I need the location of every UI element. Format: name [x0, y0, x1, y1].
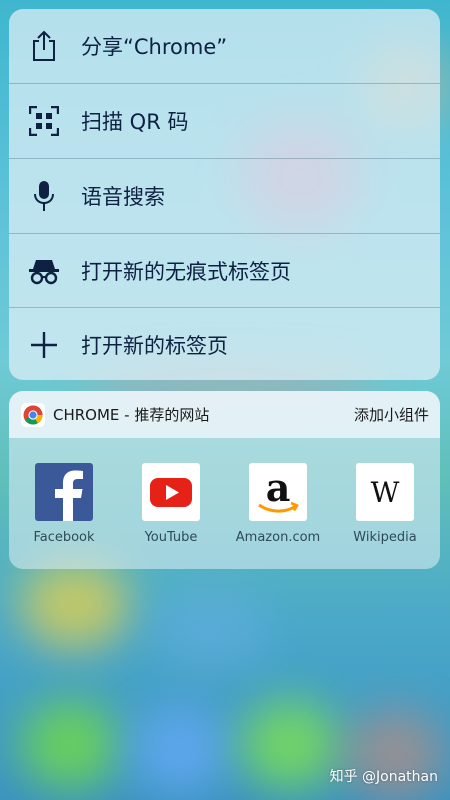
menu-item-label: 打开新的标签页 [81, 334, 228, 358]
blurred-app-icon [20, 560, 130, 650]
blurred-dock-icon [130, 705, 230, 795]
home-screen-background: 分享“Chrome” 扫描 QR 码 语音搜索 打开新的无痕式标签页 打开新的标… [0, 0, 450, 800]
chrome-logo-icon [21, 403, 45, 427]
microphone-icon [27, 179, 61, 213]
blurred-app-icon [150, 590, 270, 670]
wikipedia-icon: W [356, 463, 414, 521]
quick-actions-menu: 分享“Chrome” 扫描 QR 码 语音搜索 打开新的无痕式标签页 打开新的标… [9, 9, 440, 380]
site-shortcut-wikipedia[interactable]: W Wikipedia [335, 463, 435, 545]
svg-text:a: a [266, 465, 291, 510]
site-label: Wikipedia [353, 530, 417, 545]
voice-search-action[interactable]: 语音搜索 [9, 159, 440, 233]
new-tab-action[interactable]: 打开新的标签页 [9, 308, 440, 380]
menu-item-label: 扫描 QR 码 [81, 110, 189, 134]
blurred-dock-icon [20, 700, 120, 790]
menu-item-label: 打开新的无痕式标签页 [81, 260, 291, 284]
blurred-dock-icon [240, 700, 340, 790]
site-shortcut-facebook[interactable]: Facebook [14, 463, 114, 545]
incognito-icon [27, 254, 61, 288]
amazon-icon: a [249, 463, 307, 521]
chrome-suggested-sites-widget: CHROME - 推荐的网站 添加小组件 Facebook YouTube a … [9, 391, 440, 569]
widget-header: CHROME - 推荐的网站 添加小组件 [9, 391, 440, 438]
site-shortcut-amazon[interactable]: a Amazon.com [228, 463, 328, 545]
site-label: Facebook [33, 530, 95, 545]
youtube-icon [142, 463, 200, 521]
plus-icon [27, 328, 61, 362]
share-icon [27, 29, 61, 63]
site-shortcut-youtube[interactable]: YouTube [121, 463, 221, 545]
qr-scan-icon [27, 104, 61, 138]
site-label: Amazon.com [235, 530, 321, 545]
add-widget-button[interactable]: 添加小组件 [354, 404, 429, 425]
site-label: YouTube [144, 530, 198, 545]
menu-item-label: 语音搜索 [81, 185, 165, 209]
new-incognito-tab-action[interactable]: 打开新的无痕式标签页 [9, 234, 440, 308]
blurred-dock-icon [345, 710, 445, 800]
menu-item-label: 分享“Chrome” [81, 35, 228, 59]
scan-qr-action[interactable]: 扫描 QR 码 [9, 84, 440, 158]
share-chrome-action[interactable]: 分享“Chrome” [9, 9, 440, 83]
watermark-text: 知乎 @Jonathan [329, 769, 438, 785]
widget-title: CHROME - 推荐的网站 [53, 406, 210, 424]
facebook-icon [35, 463, 93, 521]
svg-text:W: W [371, 476, 400, 509]
